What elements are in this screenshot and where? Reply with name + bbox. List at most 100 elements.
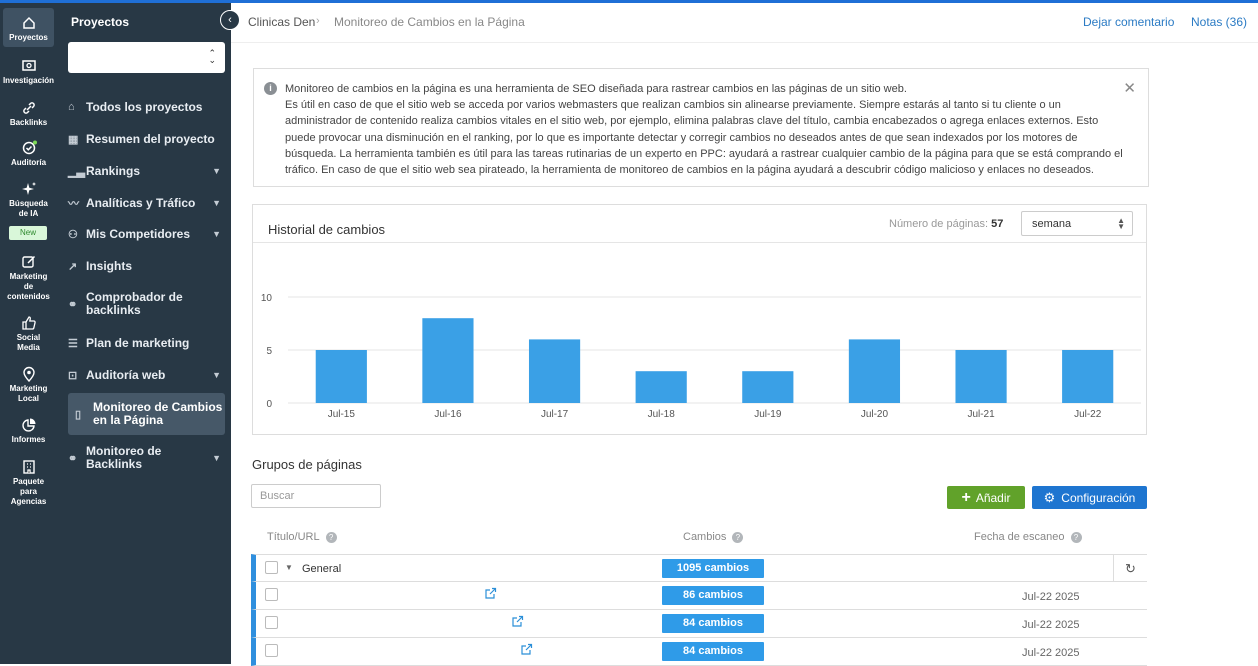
chart-title: Historial de cambios [268, 222, 386, 237]
col-header-changes[interactable]: Cambios? [683, 531, 744, 543]
breadcrumb-project[interactable]: Clinicas Den [248, 15, 315, 29]
changes-badge[interactable]: 1095 cambios [662, 559, 764, 578]
x-tick-label: Jul-16 [434, 409, 462, 420]
bar [315, 350, 367, 403]
sidebar-item-plan-marketing[interactable]: ☰ Plan de marketing [68, 335, 225, 351]
sparkle-icon [21, 182, 36, 195]
table-row[interactable]: 86 cambios Jul-22 2025 [251, 582, 1147, 610]
project-sidebar: Proyectos ⌃ ⌄ ⌂ Todos los proyectos ▦ Res… [61, 3, 231, 664]
row-checkbox[interactable] [265, 588, 278, 601]
rail-item-investigacion[interactable]: Investigación [2, 58, 55, 86]
y-tick-label: 0 [266, 399, 272, 410]
trend-icon: ↗ [68, 260, 78, 273]
page-groups-table: ▼ General 1095 cambios ↻ 86 cambios Jul-… [251, 554, 1147, 666]
sidebar-item-label: Rankings [86, 163, 141, 178]
sidebar-item-label: Todos los proyectos [86, 99, 203, 114]
sidebar-item-competidores[interactable]: ⚇ Mis Competidores ▼ [68, 226, 225, 242]
page-groups-title: Grupos de páginas [252, 457, 362, 472]
rail-item-backlinks[interactable]: Backlinks [2, 100, 55, 128]
bar [848, 339, 901, 403]
rail-item-label: Proyectos [9, 33, 48, 42]
info-icon: i [264, 82, 277, 95]
bar [528, 339, 581, 403]
x-tick-label: Jul-17 [541, 409, 569, 420]
group-row[interactable]: ▼ General 1095 cambios ↻ [251, 554, 1147, 582]
plus-icon: + [961, 488, 971, 506]
select-chevron-icon: ⌃ ⌄ [208, 48, 216, 65]
x-tick-label: Jul-22 [1074, 409, 1102, 420]
help-icon[interactable]: ? [1070, 531, 1082, 543]
notes-link[interactable]: Notas (36) [1191, 15, 1247, 29]
external-link-icon[interactable] [520, 643, 533, 656]
external-link-icon[interactable] [511, 615, 524, 628]
sidebar-item-auditoria-web[interactable]: ⊡ Auditoría web ▼ [68, 367, 225, 383]
chart-divider [253, 242, 1146, 243]
sidebar-item-monitoreo-backlinks[interactable]: ⚭ Monitoreo de Backlinks ▼ [68, 444, 225, 472]
sidebar-item-label: Mis Competidores [86, 226, 191, 241]
rail-item-marketing-local[interactable]: Marketing Local [2, 366, 55, 404]
info-line-1: Monitoreo de cambios en la página es una… [285, 83, 907, 95]
external-link-icon[interactable] [484, 587, 497, 600]
help-icon[interactable]: ? [325, 531, 337, 543]
rail-item-proyectos[interactable]: Proyectos [3, 8, 54, 47]
bar [1062, 350, 1114, 403]
table-row[interactable]: 84 cambios Jul-22 2025 [251, 610, 1147, 638]
expand-triangle-icon[interactable]: ▼ [285, 563, 293, 572]
grid-icon: ▦ [68, 133, 79, 146]
sidebar-item-label: Monitoreo de Backlinks [86, 444, 162, 471]
rail-item-label: Auditoría [10, 158, 47, 167]
col-header-changes-label: Cambios [683, 531, 727, 543]
sidebar-item-insights[interactable]: ↗ Insights [68, 258, 225, 274]
add-button[interactable]: + Añadir [947, 486, 1025, 509]
table-row[interactable]: 84 cambios Jul-22 2025 [251, 638, 1147, 666]
changes-badge[interactable]: 84 cambios [662, 614, 764, 633]
search-input[interactable]: Buscar [251, 484, 381, 508]
select-chevron-icon: ▲ ▼ [1117, 216, 1125, 231]
group-name[interactable]: General [302, 563, 341, 575]
rail-item-label: Social Media [16, 333, 41, 352]
configuration-button[interactable]: ⚙ Configuración [1032, 486, 1147, 509]
x-tick-label: Jul-19 [754, 409, 782, 420]
period-select[interactable]: semana ▲ ▼ [1021, 211, 1133, 236]
page-icon: ▯ [75, 408, 82, 421]
rail-item-social-media[interactable]: Social Media [2, 315, 55, 353]
y-tick-label: 10 [261, 293, 273, 304]
home-icon [22, 16, 35, 29]
row-checkbox[interactable] [265, 561, 278, 574]
rail-item-marketing-contenidos[interactable]: Marketing de contenidos [2, 254, 55, 302]
scan-date: Jul-22 2025 [1022, 619, 1080, 631]
info-text: Monitoreo de cambios en la página es una… [285, 81, 1125, 178]
sidebar-item-analiticas[interactable]: 〰 Analíticas y Tráfico ▼ [68, 195, 225, 211]
sidebar-item-todos-proyectos[interactable]: ⌂ Todos los proyectos [68, 99, 225, 115]
chevron-down-icon: ▼ [212, 370, 221, 380]
help-icon[interactable]: ? [732, 531, 744, 543]
col-header-title-label: Título/URL [267, 531, 320, 543]
changes-badge[interactable]: 86 cambios [662, 586, 764, 605]
sidebar-item-monitoreo-cambios[interactable]: ▯ Monitoreo de Cambios en la Página [68, 393, 225, 435]
sidebar-item-comprobador-backlinks[interactable]: ⚭ Comprobador de backlinks [68, 290, 225, 318]
sidebar-item-rankings[interactable]: ▁▃ Rankings ▼ [68, 163, 225, 179]
row-checkbox[interactable] [265, 644, 278, 657]
rail-item-auditoria[interactable]: Auditoría [2, 140, 55, 168]
configuration-button-label: Configuración [1061, 490, 1136, 505]
chevron-down-icon: ▼ [212, 229, 221, 239]
new-badge: New [9, 226, 47, 240]
scan-date: Jul-22 2025 [1022, 647, 1080, 659]
sidebar-item-resumen[interactable]: ▦ Resumen del proyecto [68, 131, 225, 147]
col-header-title[interactable]: Título/URL? [267, 531, 337, 543]
rail-item-label: Paquete para Agencias [10, 477, 47, 506]
collapse-sidebar-button[interactable]: ‹ [220, 10, 240, 30]
changes-badge[interactable]: 84 cambios [662, 642, 764, 661]
info-box: i Monitoreo de cambios en la página es u… [253, 68, 1149, 187]
rail-item-informes[interactable]: Informes [2, 417, 55, 445]
close-icon[interactable]: ✕ [1123, 79, 1136, 97]
rail-item-paquete-agencias[interactable]: Paquete para Agencias [2, 459, 55, 507]
row-checkbox[interactable] [265, 616, 278, 629]
refresh-icon[interactable]: ↻ [1113, 555, 1147, 582]
col-header-date[interactable]: Fecha de escaneo? [974, 531, 1082, 543]
project-select[interactable]: ⌃ ⌄ [68, 42, 225, 73]
leave-comment-link[interactable]: Dejar comentario [1083, 15, 1174, 29]
chevron-down-icon: ▼ [212, 198, 221, 208]
rail-item-busqueda-ia[interactable]: Búsqueda de IA [2, 181, 55, 219]
change-history-panel: Historial de cambios Número de páginas: … [252, 204, 1147, 435]
